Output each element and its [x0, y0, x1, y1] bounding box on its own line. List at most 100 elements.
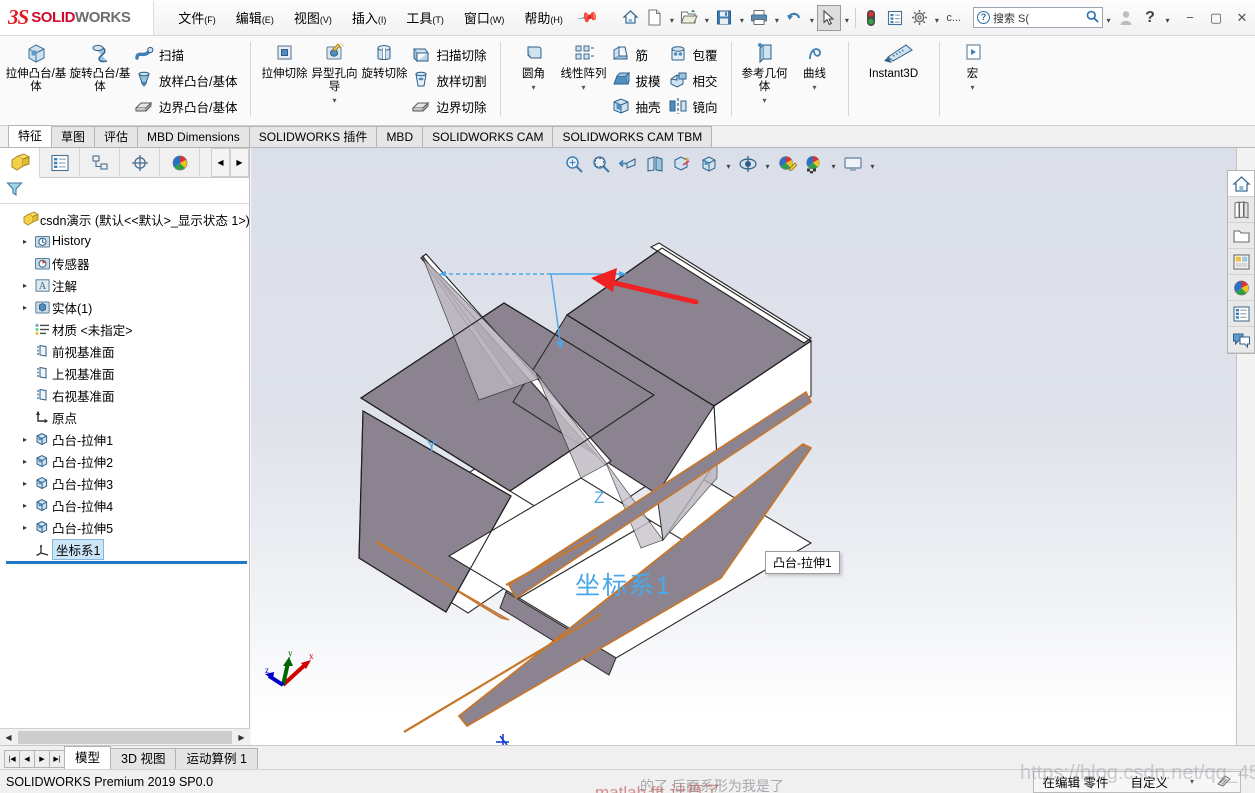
property-manager-tab[interactable]	[40, 148, 80, 178]
search-input[interactable]: 搜索 S(	[993, 10, 1083, 26]
nav-next-button[interactable]: ▶	[34, 750, 50, 768]
tab-evaluate[interactable]: 评估	[94, 126, 139, 147]
extrude3-expander[interactable]: ▸	[18, 479, 32, 488]
options-caret[interactable]: ▾	[931, 5, 942, 31]
search-icon[interactable]	[1086, 10, 1099, 26]
tree-filter-bar[interactable]	[0, 178, 249, 204]
user-account-icon[interactable]	[1114, 5, 1138, 31]
select-caret[interactable]: ▾	[841, 5, 852, 31]
nav-first-button[interactable]: |◀	[4, 750, 20, 768]
menu-item-file[interactable]: 文件(F)	[168, 2, 226, 33]
file-properties-icon[interactable]	[883, 5, 907, 31]
new-document-icon[interactable]	[642, 5, 666, 31]
hole-wizard-caret[interactable]: ▾	[310, 96, 358, 105]
reference-geometry-button[interactable]: 参考几何体 ▾	[740, 38, 790, 105]
wrap-button[interactable]: 包覆	[666, 41, 723, 67]
menu-item-edit[interactable]: 编辑(E)	[226, 2, 284, 33]
tab-sketch[interactable]: 草图	[51, 126, 96, 147]
revolved-cut-button[interactable]: 旋转切除	[359, 38, 409, 81]
model-geometry[interactable]	[251, 148, 1236, 745]
bottom-tab-3d-views[interactable]: 3D 视图	[110, 748, 177, 769]
scroll-right-arrow[interactable]: ▶	[233, 729, 250, 745]
menu-item-view[interactable]: 视图(V)	[284, 2, 342, 33]
menu-item-insert[interactable]: 插入(I)	[342, 2, 397, 33]
close-button[interactable]: ✕	[1229, 5, 1255, 31]
instant3d-button[interactable]: Instant3D	[857, 38, 931, 81]
draft-button[interactable]: 拔模	[609, 67, 666, 93]
hole-wizard-button[interactable]: 异型孔向导 ▾	[309, 38, 359, 105]
tree-horizontal-scrollbar[interactable]: ◀ ▶	[0, 728, 250, 745]
tab-mbd-dimensions[interactable]: MBD Dimensions	[137, 126, 250, 147]
linear-pattern-button[interactable]: 线性阵列 ▾	[559, 38, 609, 92]
save-icon[interactable]	[712, 5, 736, 31]
search-caret[interactable]: ▾	[1103, 5, 1114, 31]
tab-mbd[interactable]: MBD	[376, 126, 424, 147]
reference-geometry-caret[interactable]: ▾	[741, 96, 789, 105]
help-caret[interactable]: ▾	[1162, 5, 1173, 31]
lofted-cut-button[interactable]: 放样切割	[409, 67, 491, 93]
revolved-boss-button[interactable]: 旋转凸台/基体	[68, 38, 132, 94]
menu-item-window[interactable]: 窗口(W)	[454, 2, 515, 33]
feature-manager-tab[interactable]	[0, 148, 40, 178]
display-manager-tab[interactable]	[160, 148, 200, 178]
solid-bodies-expander[interactable]: ▸	[18, 303, 32, 312]
panel-tab-scroll-left[interactable]: ◀	[211, 148, 230, 177]
restore-button[interactable]: ▢	[1203, 5, 1229, 31]
new-document-caret[interactable]: ▾	[666, 5, 677, 31]
dimxpert-manager-tab[interactable]	[120, 148, 160, 178]
macro-button[interactable]: 宏 ▾	[948, 38, 998, 92]
extruded-boss-button[interactable]: 拉伸凸台/基体	[4, 38, 68, 94]
tab-features[interactable]: 特征	[8, 125, 53, 147]
print-caret[interactable]: ▾	[771, 5, 782, 31]
extrude1-expander[interactable]: ▸	[18, 435, 32, 444]
bottom-tab-model[interactable]: 模型	[64, 746, 112, 769]
appearances-scenes-icon[interactable]	[1228, 275, 1254, 301]
tree-item-extrude1[interactable]: ▸ 凸台-拉伸1	[4, 428, 249, 450]
file-explorer-icon[interactable]	[1228, 223, 1254, 249]
tree-item-front-plane[interactable]: 前视基准面	[4, 340, 249, 362]
extruded-cut-button[interactable]: 拉伸切除	[259, 38, 309, 81]
boundary-boss-button[interactable]: 边界凸台/基体	[132, 93, 242, 119]
options-gear-icon[interactable]	[907, 5, 931, 31]
configuration-manager-tab[interactable]	[80, 148, 120, 178]
panel-tab-scroll-right[interactable]: ▶	[230, 148, 249, 177]
view-palette-icon[interactable]	[1228, 249, 1254, 275]
extrude5-expander[interactable]: ▸	[18, 523, 32, 532]
tree-item-history[interactable]: ▸ History	[4, 230, 249, 252]
swept-boss-button[interactable]: 扫描	[132, 41, 242, 67]
tree-item-extrude4[interactable]: ▸ 凸台-拉伸4	[4, 494, 249, 516]
nav-prev-button[interactable]: ◀	[19, 750, 35, 768]
chevron-down-icon[interactable]: ▾	[1190, 777, 1194, 786]
minimize-button[interactable]: −	[1177, 5, 1203, 31]
home-task-icon[interactable]	[1228, 171, 1254, 197]
tree-item-extrude2[interactable]: ▸ 凸台-拉伸2	[4, 450, 249, 472]
design-library-icon[interactable]	[1228, 197, 1254, 223]
lofted-boss-button[interactable]: 放样凸台/基体	[132, 67, 242, 93]
macro-caret[interactable]: ▾	[949, 83, 997, 92]
help-question-icon[interactable]: ?	[1138, 5, 1162, 31]
curves-caret[interactable]: ▾	[791, 83, 839, 92]
tree-item-top-plane[interactable]: 上视基准面	[4, 362, 249, 384]
tree-item-extrude5[interactable]: ▸ 凸台-拉伸5	[4, 516, 249, 538]
tab-solidworks-addins[interactable]: SOLIDWORKS 插件	[248, 126, 378, 147]
custom-properties-icon[interactable]	[1228, 301, 1254, 327]
history-expander[interactable]: ▸	[18, 237, 32, 246]
undo-caret[interactable]: ▾	[806, 5, 817, 31]
swept-cut-button[interactable]: 扫描切除	[409, 41, 491, 67]
tree-item-right-plane[interactable]: 右视基准面	[4, 384, 249, 406]
view-triad[interactable]: x y z	[263, 643, 323, 698]
rebuild-icon[interactable]	[859, 5, 883, 31]
solidworks-forum-icon[interactable]	[1228, 327, 1254, 353]
tree-root-item[interactable]: csdn演示 (默认<<默认>_显示状态 1>)	[4, 208, 249, 230]
tab-solidworks-cam-tbm[interactable]: SOLIDWORKS CAM TBM	[552, 126, 713, 147]
save-caret[interactable]: ▾	[736, 5, 747, 31]
scroll-thumb[interactable]	[18, 730, 232, 744]
menu-item-tools[interactable]: 工具(T)	[396, 2, 454, 33]
bottom-tab-motion-study[interactable]: 运动算例 1	[175, 748, 258, 769]
scroll-left-arrow[interactable]: ◀	[0, 729, 17, 745]
pushpin-icon[interactable]: 📌	[576, 6, 599, 30]
fillet-caret[interactable]: ▾	[510, 83, 558, 92]
nav-last-button[interactable]: ▶|	[49, 750, 65, 768]
shell-button[interactable]: 抽壳	[609, 93, 666, 119]
boundary-cut-button[interactable]: 边界切除	[409, 93, 491, 119]
